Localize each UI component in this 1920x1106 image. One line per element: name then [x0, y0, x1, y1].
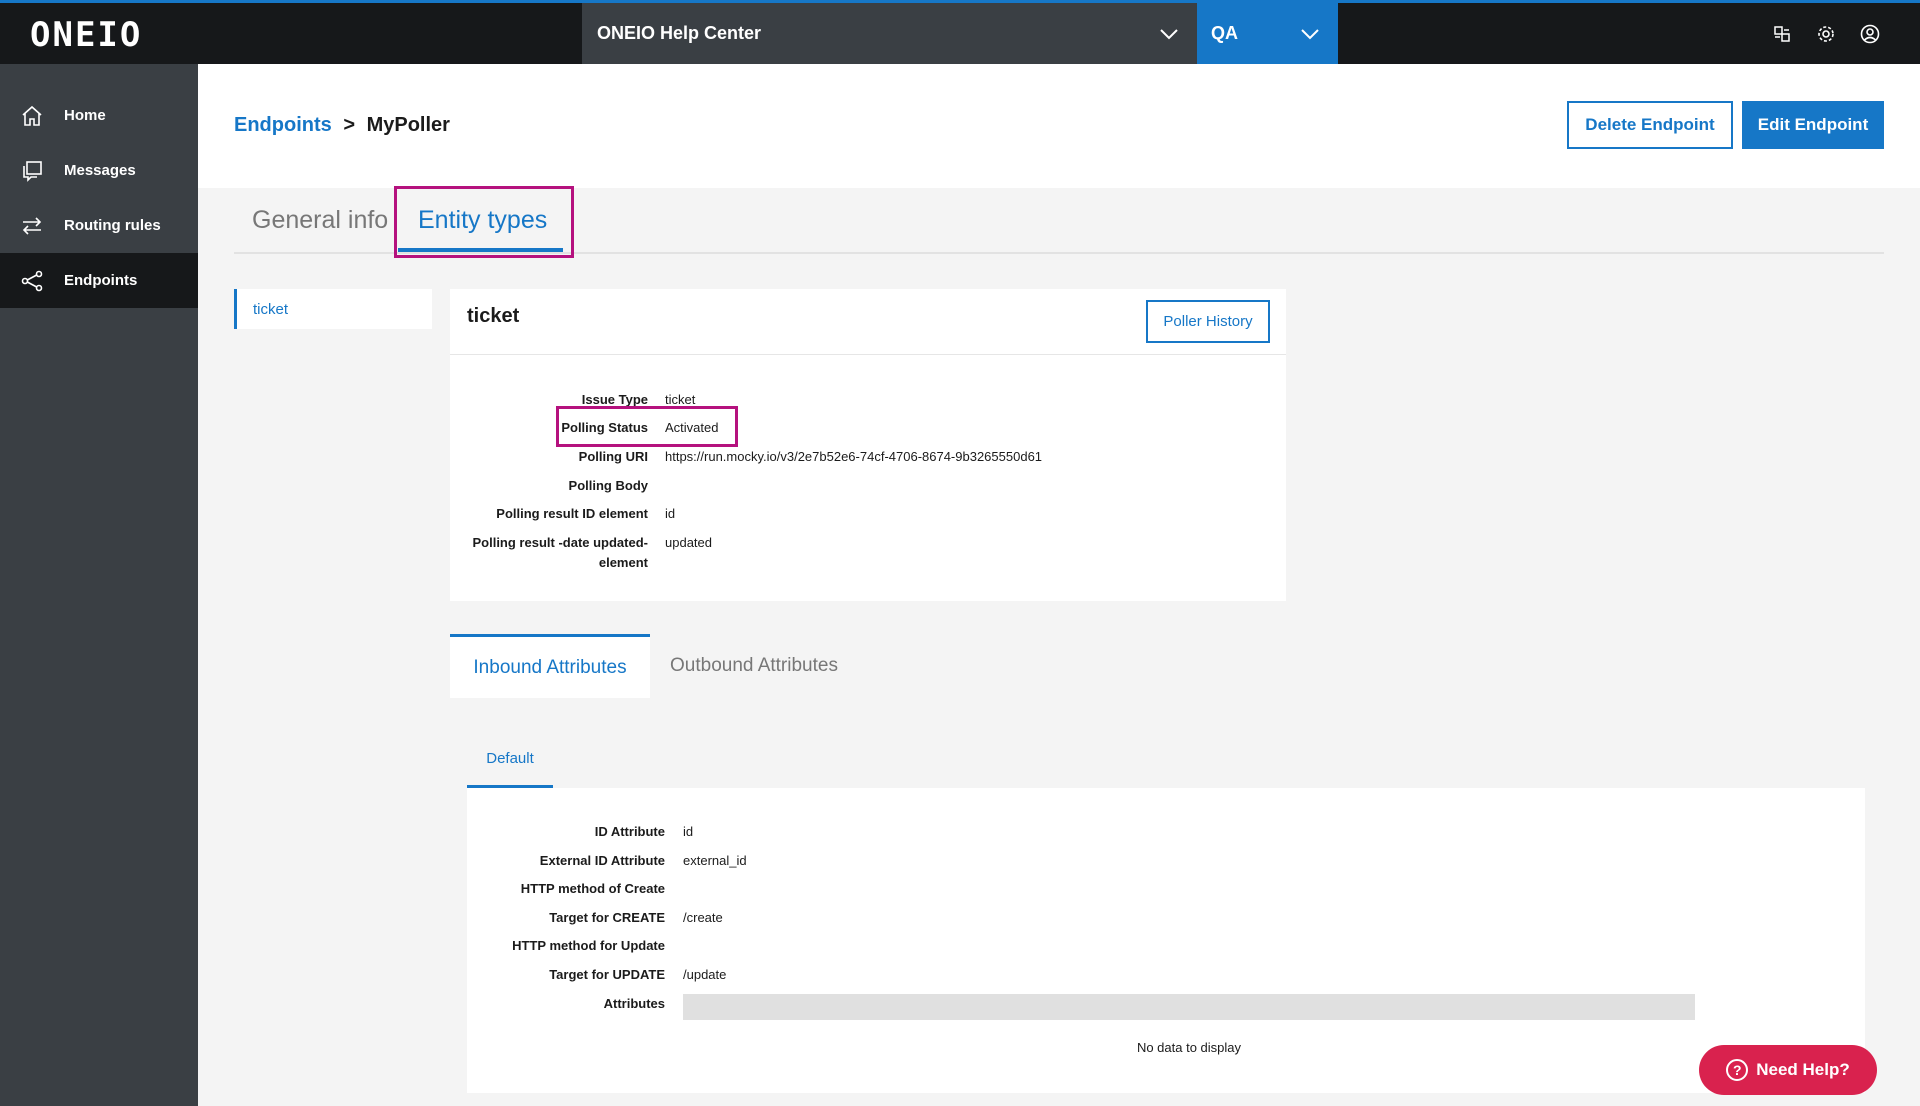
field-value: https://run.mocky.io/v3/2e7b52e6-74cf-47… — [665, 449, 1043, 464]
sidebar-item-label: Endpoints — [64, 272, 138, 289]
field-value: /update — [683, 967, 727, 982]
breadcrumb: Endpoints > MyPoller — [234, 114, 450, 137]
entity-list-item[interactable]: ticket — [234, 289, 432, 329]
question-icon: ? — [1726, 1059, 1749, 1081]
field-label: Target for CREATE — [549, 910, 665, 925]
field-value: id — [665, 506, 676, 521]
field-label: External ID Attribute — [539, 853, 665, 868]
sidebar-item-label: Routing rules — [64, 217, 161, 234]
routing-icon — [20, 214, 44, 238]
help-center-selector[interactable]: ONEIO Help Center — [582, 3, 1197, 64]
sidebar-item-messages[interactable]: Messages — [0, 143, 198, 198]
oneio-logo[interactable]: ONEIO — [30, 15, 142, 55]
attributes-table-header — [683, 994, 1695, 1020]
need-help-label: Need Help? — [1756, 1060, 1850, 1079]
poller-history-button[interactable]: Poller History — [1146, 300, 1270, 343]
endpoints-icon — [20, 269, 44, 293]
field-label-continued: element — [598, 555, 648, 570]
field-value: id — [683, 824, 694, 839]
field-label: Issue Type — [581, 392, 648, 407]
field-value: external_id — [683, 853, 747, 868]
chevron-down-icon — [1282, 28, 1338, 40]
field-label: Polling URI — [578, 449, 648, 464]
field-label: Polling result ID element — [496, 506, 648, 521]
no-data-message: No data to display — [1136, 1040, 1242, 1055]
field-value: updated — [665, 535, 712, 550]
breadcrumb-separator: > — [343, 114, 356, 136]
chevron-down-icon — [1141, 28, 1197, 40]
field-label: ID Attribute — [594, 824, 665, 839]
apps-icon[interactable] — [1772, 24, 1792, 44]
top-icons — [1772, 3, 1880, 64]
sidebar-item-endpoints[interactable]: Endpoints — [0, 253, 198, 308]
field-label: HTTP method for Update — [512, 938, 665, 953]
user-circle-icon[interactable] — [1860, 24, 1880, 44]
tab-general-info[interactable]: General info — [252, 206, 388, 235]
need-help-button[interactable]: ? Need Help? — [1699, 1045, 1877, 1095]
entity-title: ticket — [467, 305, 520, 327]
help-center-label: ONEIO Help Center — [597, 23, 762, 43]
sub-tab-default[interactable]: Default — [467, 732, 553, 788]
field-value: /create — [683, 910, 723, 925]
home-icon — [20, 104, 44, 128]
breadcrumb-endpoints-link[interactable]: Endpoints — [234, 114, 332, 136]
page-header: Endpoints > MyPoller Delete Endpoint Edi… — [198, 64, 1920, 188]
top-bar: ONEIO ONEIO Help Center QA — [0, 0, 1920, 64]
sidebar-item-label: Messages — [64, 162, 136, 179]
edit-endpoint-button[interactable]: Edit Endpoint — [1742, 101, 1884, 149]
field-value: ticket — [665, 392, 696, 407]
field-label: HTTP method of Create — [520, 881, 665, 896]
sidebar-item-home[interactable]: Home — [0, 88, 198, 143]
tab-inbound-attributes[interactable]: Inbound Attributes — [450, 634, 650, 698]
sidebar-item-routing-rules[interactable]: Routing rules — [0, 198, 198, 253]
field-label: Polling result -date updated- — [472, 535, 648, 550]
attribute-tabs: Inbound Attributes Outbound Attributes — [450, 634, 1864, 698]
environment-label: QA — [1211, 23, 1238, 43]
sidebar: Home Messages Routing rules Endpoints — [0, 64, 198, 1106]
breadcrumb-current: MyPoller — [366, 114, 450, 136]
card-header: ticket Poller History — [450, 289, 1286, 355]
messages-icon — [20, 159, 44, 183]
field-label: Attributes — [603, 996, 665, 1011]
delete-endpoint-button[interactable]: Delete Endpoint — [1567, 101, 1733, 149]
sidebar-item-label: Home — [64, 107, 106, 124]
attribute-sub-tabs: Default — [467, 732, 1867, 788]
polling-status-highlight — [556, 406, 738, 447]
entity-types-highlight — [394, 186, 574, 258]
gear-icon[interactable] — [1816, 24, 1836, 44]
environment-selector[interactable]: QA — [1197, 3, 1338, 64]
field-label: Target for UPDATE — [549, 967, 665, 982]
field-label: Polling Body — [568, 478, 648, 493]
tab-outbound-attributes[interactable]: Outbound Attributes — [670, 634, 838, 698]
